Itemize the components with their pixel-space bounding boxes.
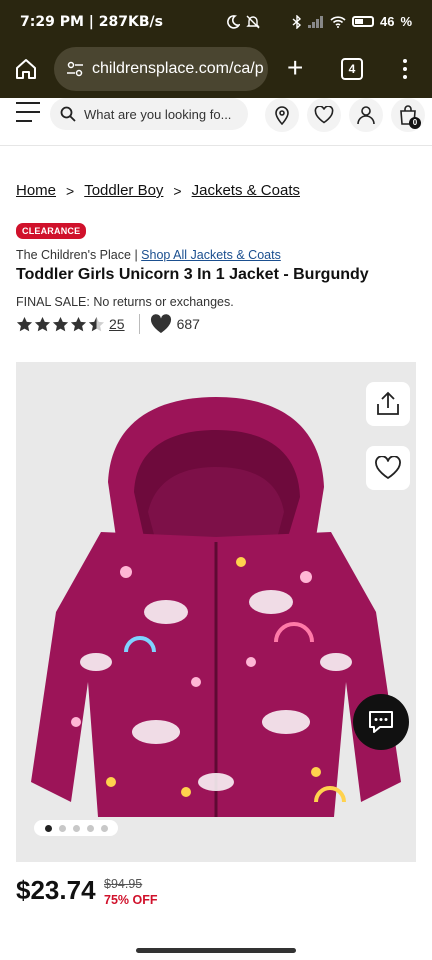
moon-icon <box>227 14 240 29</box>
address-bar[interactable]: childrensplace.com/ca/p <box>54 47 268 91</box>
search-icon <box>60 106 76 122</box>
add-to-wishlist-button[interactable] <box>366 446 410 490</box>
heart-icon <box>314 106 334 124</box>
star-full-icon <box>16 316 33 331</box>
status-time: 7:29 PM | 287KB/s <box>20 14 163 30</box>
store-locator-button[interactable] <box>265 98 299 132</box>
site-header: What are you looking fo... 0 <box>0 98 432 146</box>
breadcrumb-toddler-boy[interactable]: Toddler Boy <box>84 182 163 199</box>
brand-name: The Children's Place <box>16 248 131 262</box>
battery-level: 46 <box>379 14 395 29</box>
chat-button[interactable] <box>353 694 409 750</box>
account-button[interactable] <box>349 98 383 132</box>
star-full-icon <box>70 316 87 331</box>
review-count-link[interactable]: 25 <box>109 316 125 332</box>
unicorn-jacket-image <box>31 397 401 817</box>
final-sale-notice: FINAL SALE: No returns or exchanges. <box>16 295 234 309</box>
search-input[interactable]: What are you looking fo... <box>50 98 248 130</box>
image-carousel-indicator[interactable] <box>34 820 118 836</box>
share-button[interactable] <box>366 382 410 426</box>
share-icon <box>377 391 399 415</box>
breadcrumb-jackets-coats[interactable]: Jackets & Coats <box>192 182 300 199</box>
carousel-dot[interactable] <box>44 824 52 832</box>
star-half-icon <box>88 316 105 331</box>
clearance-badge: CLEARANCE <box>16 223 87 239</box>
breadcrumb: Home > Toddler Boy > Jackets & Coats <box>16 182 300 199</box>
brand-line: The Children's Place | Shop All Jackets … <box>16 248 281 262</box>
location-pin-icon <box>275 106 289 125</box>
heart-outline-icon <box>375 456 401 480</box>
favorites-count: 687 <box>176 316 200 332</box>
rating-row: 25 687 <box>16 312 200 336</box>
wifi-icon <box>330 15 346 28</box>
site-settings-icon[interactable] <box>66 60 84 78</box>
star-full-icon <box>52 316 69 331</box>
brand-separator: | <box>134 248 138 262</box>
hamburger-menu-icon[interactable] <box>16 102 40 124</box>
breadcrumb-separator: > <box>66 182 75 199</box>
breadcrumb-separator: > <box>173 182 182 199</box>
product-image[interactable] <box>16 362 416 862</box>
status-bar: 7:29 PM | 287KB/s 46% <box>0 0 432 40</box>
cart-count-badge: 0 <box>409 117 421 129</box>
tab-switcher-button[interactable]: 4 <box>341 58 363 80</box>
user-icon <box>357 106 375 125</box>
product-title: Toddler Girls Unicorn 3 In 1 Jacket - Bu… <box>16 266 369 283</box>
carousel-dot[interactable] <box>86 824 94 832</box>
new-tab-icon[interactable]: + <box>287 54 303 82</box>
favorite-heart-icon[interactable] <box>150 314 172 334</box>
carousel-dot[interactable] <box>100 824 108 832</box>
browser-toolbar: childrensplace.com/ca/p + 4 <box>0 40 432 98</box>
star-rating[interactable] <box>16 316 105 333</box>
search-placeholder: What are you looking fo... <box>84 106 232 122</box>
status-icons: 46% <box>226 14 412 29</box>
home-icon[interactable] <box>14 57 38 81</box>
cart-button[interactable]: 0 <box>391 98 425 132</box>
chat-icon <box>369 711 393 733</box>
mute-icon <box>246 15 260 28</box>
wishlist-button[interactable] <box>307 98 341 132</box>
breadcrumb-home[interactable]: Home <box>16 182 56 199</box>
shop-all-link[interactable]: Shop All Jackets & Coats <box>141 248 281 262</box>
gesture-bar <box>136 948 296 953</box>
bluetooth-icon <box>292 14 301 29</box>
original-price: $94.95 <box>104 877 143 891</box>
signal-icon <box>307 15 323 28</box>
sale-price: $23.74 <box>16 875 96 905</box>
star-full-icon <box>34 316 51 331</box>
battery-icon <box>351 16 374 27</box>
carousel-dot[interactable] <box>72 824 80 832</box>
discount-percent: 75% OFF <box>104 893 158 907</box>
carousel-dot[interactable] <box>58 824 66 832</box>
url-text: childrensplace.com/ca/p <box>92 60 264 77</box>
browser-menu-icon[interactable] <box>401 57 409 81</box>
divider <box>138 314 140 334</box>
